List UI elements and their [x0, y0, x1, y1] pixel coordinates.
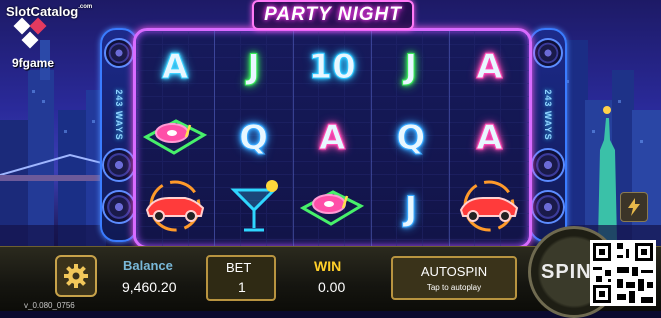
reel-symbol: Q	[215, 102, 293, 173]
symbol-neon-a: A	[476, 46, 503, 87]
speaker-icon	[531, 190, 565, 224]
brand-name: 9fgame	[12, 56, 55, 70]
win-value: 0.00	[318, 279, 346, 295]
balance-value: 9,460.20	[122, 279, 177, 295]
reel-symbol	[136, 173, 214, 244]
reel-symbol: A	[136, 31, 214, 102]
version-text: v_0.080_0756	[24, 301, 75, 310]
reel-symbol: J	[215, 31, 293, 102]
diamond-logo-icon	[13, 17, 47, 49]
reel-symbol	[293, 173, 371, 244]
feature-button[interactable]	[620, 192, 648, 222]
bet-button[interactable]: BET 1	[206, 255, 276, 301]
reel-symbol: A	[450, 31, 528, 102]
autospin-subtitle: Tap to autoplay	[426, 283, 482, 292]
reel-symbol	[136, 102, 214, 173]
symbol-neon-10: 10	[308, 46, 356, 87]
bet-value: 1	[238, 279, 246, 295]
cocktail-icon	[226, 176, 282, 241]
symbol-neon-a: A	[476, 117, 503, 158]
symbol-neon-a: A	[161, 46, 189, 87]
win-label: WIN	[314, 258, 342, 274]
reel-symbol	[450, 173, 528, 244]
reel-symbol	[215, 173, 293, 244]
ways-label-right: 243 WAYS	[543, 89, 553, 141]
settings-button[interactable]	[55, 255, 97, 297]
gear-icon	[64, 264, 88, 288]
symbol-neon-q: Q	[396, 117, 426, 158]
reel-symbol: A	[450, 102, 528, 173]
lightning-icon	[628, 198, 640, 216]
ways-label-left: 243 WAYS	[114, 89, 124, 141]
symbol-neon-j: J	[247, 46, 261, 87]
autospin-button[interactable]: AUTOSPIN Tap to autoplay	[391, 256, 517, 300]
speaker-icon	[531, 148, 565, 182]
bet-label: BET	[226, 260, 252, 275]
autospin-label: AUTOSPIN	[420, 264, 488, 279]
reel-symbol: J	[372, 31, 450, 102]
reel-symbol: 10	[293, 31, 371, 102]
speaker-icon	[102, 148, 136, 182]
reel-area: A JQ 10 A JQJAA	[133, 28, 532, 249]
spin-label: SPIN	[541, 260, 592, 283]
right-speaker: 243 WAYS	[529, 28, 567, 242]
reel-symbol: Q	[372, 102, 450, 173]
reel-symbol: A	[293, 102, 371, 173]
speaker-icon	[533, 38, 563, 68]
symbol-neon-a: A	[319, 117, 346, 158]
balance-label: Balance	[123, 258, 173, 273]
speaker-icon	[104, 38, 134, 68]
sports-car-icon	[453, 178, 525, 239]
sports-car-icon	[139, 178, 211, 239]
speaker-icon	[102, 190, 136, 224]
symbol-neon-j: J	[404, 188, 418, 229]
symbol-neon-j: J	[404, 46, 418, 87]
turntable-icon	[299, 178, 365, 239]
game-title: PARTY NIGHT	[252, 0, 414, 30]
turntable-icon	[142, 107, 208, 168]
symbol-neon-q: Q	[239, 117, 269, 158]
qr-code	[590, 240, 656, 306]
reel-symbol: J	[372, 173, 450, 244]
